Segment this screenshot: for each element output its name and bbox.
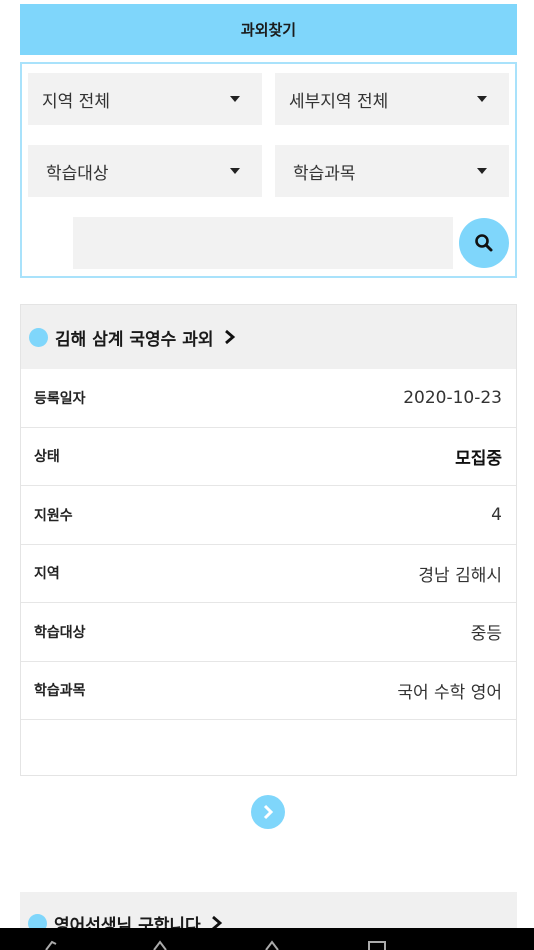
caret-down-icon	[230, 96, 240, 102]
chevron-right-icon	[224, 329, 236, 345]
edit-icon[interactable]	[44, 938, 66, 950]
row-label: 지원수	[34, 507, 73, 524]
row-label: 학습과목	[34, 683, 86, 700]
caret-down-icon	[230, 168, 240, 174]
row-value: 4	[491, 504, 502, 525]
target-select[interactable]: 학습대상	[28, 145, 262, 197]
listing-row-date: 등록일자 2020-10-23	[21, 369, 516, 428]
subregion-select[interactable]: 세부지역 전체	[275, 73, 509, 125]
caret-down-icon	[477, 96, 487, 102]
subject-select-value: 학습과목	[293, 163, 356, 184]
row-label: 지역	[34, 566, 60, 583]
row-label: 상태	[34, 449, 60, 466]
back-icon[interactable]	[150, 938, 172, 950]
page-title-text: 과외찾기	[240, 21, 297, 39]
row-value: 국어 수학 영어	[397, 682, 502, 703]
status-badge: 모집중	[455, 448, 502, 469]
listing-row-target: 학습대상 중등	[21, 603, 516, 662]
region-select-value: 지역 전체	[42, 91, 110, 112]
row-value: 중등	[470, 624, 502, 645]
listing-row-status: 상태 모집중	[21, 428, 516, 486]
listing-card: 김해 삼계 국영수 과외 등록일자 2020-10-23 상태 모집중 지원수 …	[20, 304, 517, 776]
page-title: 과외찾기	[20, 4, 517, 55]
region-select[interactable]: 지역 전체	[28, 73, 262, 125]
row-value: 경남 김해시	[418, 565, 502, 586]
subject-select[interactable]: 학습과목	[275, 145, 509, 197]
row-label: 등록일자	[34, 390, 86, 407]
row-value: 2020-10-23	[403, 387, 502, 408]
listing-row-subject: 학습과목 국어 수학 영어	[21, 662, 516, 720]
target-select-value: 학습대상	[46, 163, 109, 184]
system-nav-bar	[0, 928, 534, 950]
filter-panel: 지역 전체 세부지역 전체 학습대상 학습과목	[20, 62, 517, 278]
listing-row-applicants: 지원수 4	[21, 486, 516, 545]
listing-row-region: 지역 경남 김해시	[21, 545, 516, 603]
bullet-dot-icon	[29, 327, 48, 347]
search-icon	[475, 234, 493, 252]
chevron-right-icon	[263, 804, 274, 820]
listing-title: 김해 삼계 국영수 과외	[55, 329, 214, 350]
row-label: 학습대상	[34, 624, 86, 641]
page: 과외찾기 지역 전체 세부지역 전체 학습대상 학습과목 김해 삼계 국영수 과…	[0, 0, 534, 950]
search-input[interactable]	[73, 217, 453, 269]
subregion-select-value: 세부지역 전체	[289, 91, 389, 112]
forward-icon[interactable]	[262, 938, 284, 950]
listing-card-header[interactable]: 김해 삼계 국영수 과외	[21, 305, 516, 369]
tabs-icon[interactable]	[366, 938, 388, 950]
more-button[interactable]	[251, 795, 285, 829]
caret-down-icon	[477, 168, 487, 174]
search-button[interactable]	[459, 218, 509, 268]
listing-card-header-2[interactable]: 영어선생님 구합니다	[20, 892, 517, 932]
